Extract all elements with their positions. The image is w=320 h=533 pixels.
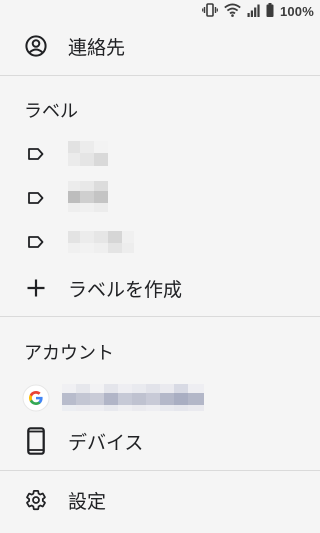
labels-section-title: ラベル [24, 101, 78, 122]
label-icon [24, 230, 48, 254]
divider [0, 316, 320, 317]
battery-icon [266, 2, 274, 21]
phone-icon [24, 427, 48, 455]
signal-icon [247, 2, 260, 21]
account-section-title: アカウント [24, 343, 114, 364]
divider [0, 75, 320, 76]
redacted-label-name [68, 231, 134, 253]
devices-label: デバイス [68, 431, 144, 454]
settings-label: 設定 [68, 490, 107, 513]
redacted-label-name [68, 141, 108, 166]
status-icons: 100% [202, 2, 314, 21]
create-label-button[interactable]: ラベルを作成 [0, 268, 320, 308]
account-circle-icon [24, 34, 48, 58]
label-item[interactable] [0, 222, 320, 262]
redacted-label-name [68, 181, 108, 212]
menu-item-contacts[interactable]: 連絡先 [0, 26, 320, 66]
gear-icon [24, 488, 48, 512]
label-icon [24, 186, 48, 210]
divider [0, 470, 320, 471]
menu-item-settings[interactable]: 設定 [0, 480, 320, 520]
redacted-account-email [62, 384, 204, 411]
plus-icon [24, 276, 48, 300]
wifi-icon [224, 2, 241, 21]
status-bar: 100% [0, 0, 320, 22]
contacts-label: 連絡先 [68, 36, 126, 59]
account-item[interactable] [0, 378, 320, 418]
vibrate-icon [202, 2, 218, 21]
label-item[interactable] [0, 134, 320, 174]
battery-percentage: 100% [279, 3, 314, 19]
create-label-text: ラベルを作成 [68, 278, 183, 301]
menu-item-devices[interactable]: デバイス [0, 421, 320, 461]
google-icon [22, 384, 50, 412]
label-item[interactable] [0, 178, 320, 218]
label-icon [24, 142, 48, 166]
